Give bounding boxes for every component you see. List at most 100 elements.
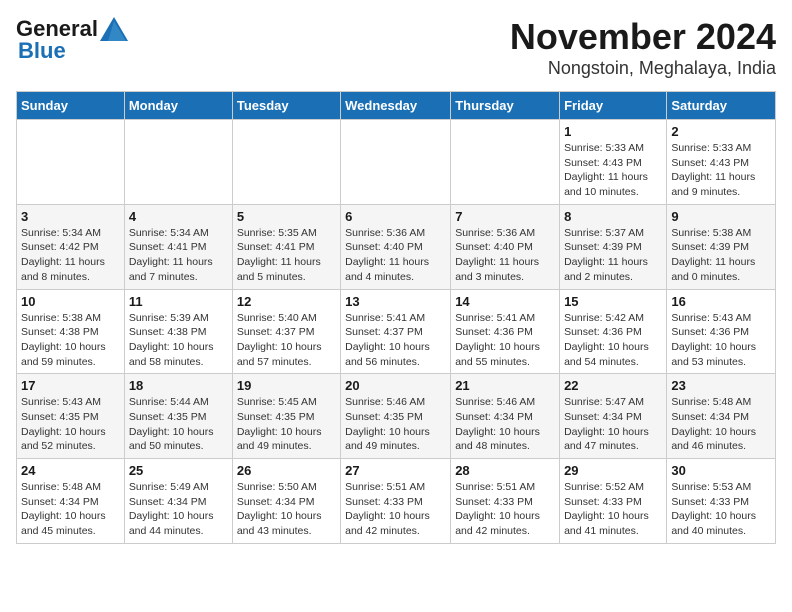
calendar-cell: 7 Sunrise: 5:36 AM Sunset: 4:40 PM Daylig…	[451, 204, 560, 289]
calendar-cell: 16 Sunrise: 5:43 AM Sunset: 4:36 PM Dayli…	[667, 289, 776, 374]
day-number: 15	[564, 294, 662, 309]
col-wednesday: Wednesday	[341, 92, 451, 120]
calendar-cell: 2 Sunrise: 5:33 AM Sunset: 4:43 PM Daylig…	[667, 120, 776, 205]
calendar-week-0: 1 Sunrise: 5:33 AM Sunset: 4:43 PM Daylig…	[17, 120, 776, 205]
calendar-cell: 10 Sunrise: 5:38 AM Sunset: 4:38 PM Dayli…	[17, 289, 125, 374]
day-number: 21	[455, 378, 555, 393]
day-info: Sunrise: 5:33 AM Sunset: 4:43 PM Dayligh…	[671, 141, 771, 200]
calendar-cell: 20Sunrise: 5:46 AM Sunset: 4:35 PM Dayli…	[341, 374, 451, 459]
calendar-cell	[17, 120, 125, 205]
day-number: 23	[671, 378, 771, 393]
day-info: Sunrise: 5:42 AM Sunset: 4:36 PM Dayligh…	[564, 311, 662, 370]
page-subtitle: Nongstoin, Meghalaya, India	[510, 58, 776, 79]
day-info: Sunrise: 5:48 AM Sunset: 4:34 PM Dayligh…	[671, 395, 771, 454]
calendar-cell: 4Sunrise: 5:34 AM Sunset: 4:41 PM Daylig…	[124, 204, 232, 289]
calendar-cell: 11 Sunrise: 5:39 AM Sunset: 4:38 PM Dayli…	[124, 289, 232, 374]
day-number: 10	[21, 294, 120, 309]
col-friday: Friday	[560, 92, 667, 120]
day-number: 2	[671, 124, 771, 139]
calendar-cell: 3 Sunrise: 5:34 AM Sunset: 4:42 PM Daylig…	[17, 204, 125, 289]
day-info: Sunrise: 5:38 AM Sunset: 4:38 PM Dayligh…	[21, 311, 120, 370]
day-number: 25	[129, 463, 228, 478]
day-number: 9	[671, 209, 771, 224]
day-number: 22	[564, 378, 662, 393]
day-number: 28	[455, 463, 555, 478]
day-info: Sunrise: 5:34 AM Sunset: 4:42 PM Dayligh…	[21, 226, 120, 285]
day-info: Sunrise: 5:33 AM Sunset: 4:43 PM Dayligh…	[564, 141, 662, 200]
day-number: 12	[237, 294, 336, 309]
calendar-cell: 26 Sunrise: 5:50 AM Sunset: 4:34 PM Dayli…	[232, 459, 340, 544]
calendar-cell	[232, 120, 340, 205]
calendar-cell: 12Sunrise: 5:40 AM Sunset: 4:37 PM Dayli…	[232, 289, 340, 374]
calendar-cell: 28 Sunrise: 5:51 AM Sunset: 4:33 PM Dayli…	[451, 459, 560, 544]
day-number: 11	[129, 294, 228, 309]
day-number: 19	[237, 378, 336, 393]
day-info: Sunrise: 5:39 AM Sunset: 4:38 PM Dayligh…	[129, 311, 228, 370]
calendar-cell: 18Sunrise: 5:44 AM Sunset: 4:35 PM Dayli…	[124, 374, 232, 459]
day-number: 16	[671, 294, 771, 309]
calendar-cell: 9 Sunrise: 5:38 AM Sunset: 4:39 PM Daylig…	[667, 204, 776, 289]
calendar-cell: 13 Sunrise: 5:41 AM Sunset: 4:37 PM Dayli…	[341, 289, 451, 374]
day-number: 17	[21, 378, 120, 393]
col-saturday: Saturday	[667, 92, 776, 120]
calendar-cell: 30 Sunrise: 5:53 AM Sunset: 4:33 PM Dayli…	[667, 459, 776, 544]
day-info: Sunrise: 5:43 AM Sunset: 4:35 PM Dayligh…	[21, 395, 120, 454]
day-number: 1	[564, 124, 662, 139]
col-sunday: Sunday	[17, 92, 125, 120]
calendar-cell: 19Sunrise: 5:45 AM Sunset: 4:35 PM Dayli…	[232, 374, 340, 459]
day-info: Sunrise: 5:46 AM Sunset: 4:34 PM Dayligh…	[455, 395, 555, 454]
calendar-week-3: 17 Sunrise: 5:43 AM Sunset: 4:35 PM Dayli…	[17, 374, 776, 459]
col-monday: Monday	[124, 92, 232, 120]
calendar-cell: 23 Sunrise: 5:48 AM Sunset: 4:34 PM Dayli…	[667, 374, 776, 459]
calendar-cell: 29 Sunrise: 5:52 AM Sunset: 4:33 PM Dayli…	[560, 459, 667, 544]
day-number: 20	[345, 378, 446, 393]
calendar-cell: 8Sunrise: 5:37 AM Sunset: 4:39 PM Daylig…	[560, 204, 667, 289]
day-number: 24	[21, 463, 120, 478]
calendar-table: Sunday Monday Tuesday Wednesday Thursday…	[16, 91, 776, 544]
calendar-cell: 15 Sunrise: 5:42 AM Sunset: 4:36 PM Dayli…	[560, 289, 667, 374]
day-info: Sunrise: 5:41 AM Sunset: 4:37 PM Dayligh…	[345, 311, 446, 370]
calendar-cell	[451, 120, 560, 205]
day-info: Sunrise: 5:38 AM Sunset: 4:39 PM Dayligh…	[671, 226, 771, 285]
day-number: 14	[455, 294, 555, 309]
day-info: Sunrise: 5:41 AM Sunset: 4:36 PM Dayligh…	[455, 311, 555, 370]
calendar-cell: 25Sunrise: 5:49 AM Sunset: 4:34 PM Dayli…	[124, 459, 232, 544]
day-number: 30	[671, 463, 771, 478]
day-number: 8	[564, 209, 662, 224]
day-number: 3	[21, 209, 120, 224]
day-number: 26	[237, 463, 336, 478]
calendar-cell	[124, 120, 232, 205]
day-number: 7	[455, 209, 555, 224]
day-info: Sunrise: 5:35 AM Sunset: 4:41 PM Dayligh…	[237, 226, 336, 285]
calendar-week-1: 3 Sunrise: 5:34 AM Sunset: 4:42 PM Daylig…	[17, 204, 776, 289]
calendar-cell: 17 Sunrise: 5:43 AM Sunset: 4:35 PM Dayli…	[17, 374, 125, 459]
calendar-cell: 6 Sunrise: 5:36 AM Sunset: 4:40 PM Daylig…	[341, 204, 451, 289]
calendar-week-2: 10 Sunrise: 5:38 AM Sunset: 4:38 PM Dayli…	[17, 289, 776, 374]
day-info: Sunrise: 5:51 AM Sunset: 4:33 PM Dayligh…	[455, 480, 555, 539]
calendar-cell: 5Sunrise: 5:35 AM Sunset: 4:41 PM Daylig…	[232, 204, 340, 289]
day-number: 27	[345, 463, 446, 478]
day-number: 13	[345, 294, 446, 309]
day-number: 6	[345, 209, 446, 224]
day-info: Sunrise: 5:52 AM Sunset: 4:33 PM Dayligh…	[564, 480, 662, 539]
calendar-cell: 24 Sunrise: 5:48 AM Sunset: 4:34 PM Dayli…	[17, 459, 125, 544]
col-thursday: Thursday	[451, 92, 560, 120]
day-info: Sunrise: 5:47 AM Sunset: 4:34 PM Dayligh…	[564, 395, 662, 454]
day-info: Sunrise: 5:43 AM Sunset: 4:36 PM Dayligh…	[671, 311, 771, 370]
day-info: Sunrise: 5:53 AM Sunset: 4:33 PM Dayligh…	[671, 480, 771, 539]
title-block: November 2024 Nongstoin, Meghalaya, Indi…	[510, 16, 776, 79]
page-header: General Blue November 2024 Nongstoin, Me…	[16, 16, 776, 79]
day-info: Sunrise: 5:48 AM Sunset: 4:34 PM Dayligh…	[21, 480, 120, 539]
calendar-cell: 1 Sunrise: 5:33 AM Sunset: 4:43 PM Daylig…	[560, 120, 667, 205]
day-info: Sunrise: 5:50 AM Sunset: 4:34 PM Dayligh…	[237, 480, 336, 539]
calendar-cell: 21 Sunrise: 5:46 AM Sunset: 4:34 PM Dayli…	[451, 374, 560, 459]
day-number: 4	[129, 209, 228, 224]
calendar-header-row: Sunday Monday Tuesday Wednesday Thursday…	[17, 92, 776, 120]
calendar-week-4: 24 Sunrise: 5:48 AM Sunset: 4:34 PM Dayli…	[17, 459, 776, 544]
calendar-cell: 14 Sunrise: 5:41 AM Sunset: 4:36 PM Dayli…	[451, 289, 560, 374]
day-info: Sunrise: 5:36 AM Sunset: 4:40 PM Dayligh…	[345, 226, 446, 285]
day-info: Sunrise: 5:36 AM Sunset: 4:40 PM Dayligh…	[455, 226, 555, 285]
day-number: 29	[564, 463, 662, 478]
calendar-cell	[341, 120, 451, 205]
page-title: November 2024	[510, 16, 776, 58]
